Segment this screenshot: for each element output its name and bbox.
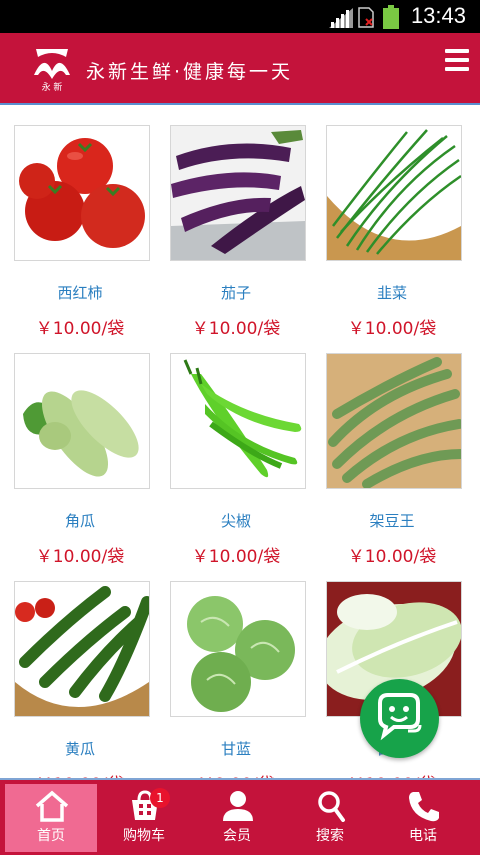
- search-icon: [318, 791, 345, 822]
- cart-count-badge: 1: [150, 788, 170, 808]
- app-header: 永 新 永新生鲜·健康每一天: [0, 33, 480, 105]
- battery-icon: [383, 5, 399, 29]
- status-bar: 13:43: [0, 0, 480, 33]
- home-icon: [35, 790, 69, 822]
- nav-phone[interactable]: 电话: [377, 784, 469, 852]
- nav-label: 会员: [223, 828, 251, 844]
- product-name[interactable]: 架豆王: [314, 510, 470, 531]
- product-name[interactable]: 韭菜: [314, 282, 470, 303]
- nav-home[interactable]: 首页: [5, 784, 97, 852]
- product-image-eggplant[interactable]: [170, 125, 306, 261]
- product-image-tomato[interactable]: [14, 125, 150, 261]
- product-name[interactable]: 黄瓜: [2, 738, 158, 759]
- product-grid: 西红柿 ￥10.00/袋 茄子 ￥10.00/袋 韭菜 ￥10.00/袋 角瓜 …: [0, 106, 480, 778]
- product-price: ￥10.00/袋: [2, 770, 158, 778]
- product-image-green-pepper[interactable]: [170, 353, 306, 489]
- nav-label: 搜索: [316, 828, 344, 844]
- product-image-cucumber[interactable]: [14, 581, 150, 717]
- nav-search[interactable]: 搜索: [284, 784, 376, 852]
- clock: 13:43: [410, 3, 466, 28]
- nav-label: 电话: [409, 828, 437, 844]
- product-card[interactable]: 尖椒 ￥10.00/袋: [158, 334, 314, 567]
- nav-member[interactable]: 会员: [191, 784, 283, 852]
- phone-icon: [409, 792, 439, 822]
- hamburger-menu-icon[interactable]: [445, 49, 469, 73]
- product-card[interactable]: 甘蓝 ￥8.00/袋: [158, 562, 314, 778]
- product-image-chives[interactable]: [326, 125, 462, 261]
- nav-label: 首页: [37, 828, 65, 844]
- logo[interactable]: 永 新: [30, 43, 74, 93]
- product-price: ￥8.00/袋: [158, 770, 314, 778]
- product-name[interactable]: 西红柿: [2, 282, 158, 303]
- product-image-cabbage[interactable]: [170, 581, 306, 717]
- product-card[interactable]: 茄子 ￥10.00/袋: [158, 106, 314, 339]
- product-image-zucchini[interactable]: [14, 353, 150, 489]
- product-image-green-beans[interactable]: [326, 353, 462, 489]
- nav-cart[interactable]: 1 购物车: [98, 784, 190, 852]
- sim-card-icon: [358, 7, 374, 28]
- chat-bubble-icon: [378, 693, 422, 741]
- site-title: 永新生鲜·健康每一天: [86, 61, 294, 83]
- product-card[interactable]: 架豆王 ￥10.00/袋: [314, 334, 470, 567]
- bottom-nav: 首页 1 购物车 会员 搜索 电话: [0, 778, 480, 855]
- signal-icon: [329, 8, 353, 28]
- product-card[interactable]: 黄瓜 ￥10.00/袋: [2, 562, 158, 778]
- product-card[interactable]: 西红柿 ￥10.00/袋: [2, 106, 158, 339]
- product-price: ￥10.00/袋: [314, 770, 470, 778]
- chat-button[interactable]: [360, 679, 439, 758]
- product-name[interactable]: 茄子: [158, 282, 314, 303]
- product-name[interactable]: 尖椒: [158, 510, 314, 531]
- nav-label: 购物车: [123, 828, 165, 844]
- product-name[interactable]: 角瓜: [2, 510, 158, 531]
- product-name[interactable]: 甘蓝: [158, 738, 314, 759]
- product-card[interactable]: 韭菜 ￥10.00/袋: [314, 106, 470, 339]
- logo-caption: 永 新: [41, 83, 63, 93]
- user-icon: [223, 791, 253, 821]
- product-card[interactable]: 角瓜 ￥10.00/袋: [2, 334, 158, 567]
